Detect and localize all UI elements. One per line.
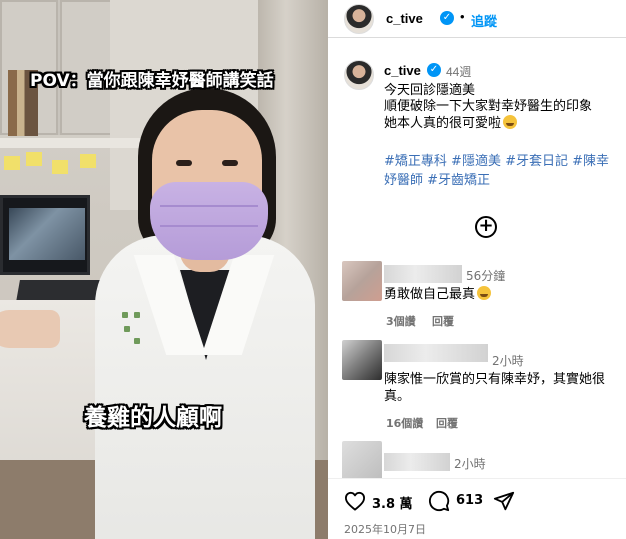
comment-time: 56分鐘: [466, 269, 506, 283]
follow-button[interactable]: 追蹤: [471, 11, 497, 30]
hashtag-link[interactable]: #隱適美: [451, 154, 501, 169]
rolling-laughing-emoji-icon: [477, 286, 492, 300]
comment-avatar[interactable]: [342, 340, 382, 380]
post-date: 2025年10月7日: [344, 523, 426, 536]
reply-button[interactable]: 回覆: [432, 313, 454, 329]
comment-time: 2小時: [492, 354, 524, 368]
username-link[interactable]: c_tive: [386, 11, 423, 26]
sticky-notes: [0, 150, 150, 190]
comment-likes[interactable]: 3個讚: [386, 313, 416, 329]
face-mask: [150, 182, 268, 260]
comment-avatar[interactable]: [342, 261, 382, 301]
verified-badge-icon: ✓: [440, 11, 454, 25]
post-header: c_tive ✓ • 追蹤: [328, 0, 626, 38]
hashtag-list: #矯正專科 #隱適美 #牙套日記 #陳幸妤醫師 #牙齒矯正: [384, 152, 622, 190]
heart-icon[interactable]: [344, 491, 366, 511]
likes-count[interactable]: 3.8 萬: [372, 493, 413, 512]
post-caption: 今天回診隱適美 順便破除一下大家對幸妤醫生的印象 她本人真的很可愛啦: [384, 83, 624, 132]
comment-username-blurred[interactable]: [384, 453, 450, 471]
caption-username-link[interactable]: c_tive: [384, 63, 421, 78]
separator-dot: •: [460, 9, 465, 24]
hashtag-link[interactable]: #牙套日記: [505, 154, 568, 169]
comment-username-blurred[interactable]: [384, 344, 488, 362]
verified-badge-icon: ✓: [427, 63, 441, 77]
post-time-ago[interactable]: 44週: [446, 63, 471, 80]
hashtag-link[interactable]: #矯正專科: [384, 154, 447, 169]
comment-time: 2小時: [454, 457, 486, 471]
comments-count[interactable]: 613: [456, 493, 483, 508]
reply-button[interactable]: 回覆: [436, 415, 458, 431]
caption-line-with-emoji: 她本人真的很可愛啦: [384, 115, 624, 132]
comment-icon[interactable]: [428, 490, 450, 512]
video-caption-top: POV：當你跟陳幸妤醫師講笑話: [30, 71, 274, 91]
post-panel: c_tive ✓ • 追蹤 c_tive ✓ 44週 今天回診隱適美 順便破除一…: [328, 0, 626, 539]
hashtag-link[interactable]: #牙齒矯正: [427, 173, 490, 188]
coat-embroidery: [120, 308, 150, 352]
video-caption-middle: 養雞的人顧啊: [84, 405, 222, 431]
comment-text: 勇敢做自己最真: [384, 286, 492, 303]
caption-line: 順便破除一下大家對幸妤醫生的印象: [384, 99, 593, 114]
hand: [0, 310, 60, 348]
share-icon[interactable]: [493, 490, 515, 512]
post-photo: POV：當你跟陳幸妤醫師講笑話 養雞的人顧啊: [0, 0, 328, 539]
load-more-comments-plus-circle-icon[interactable]: +: [475, 216, 497, 238]
avatar[interactable]: [344, 4, 374, 34]
caption-line: 今天回診隱適美: [384, 83, 476, 98]
rolling-laughing-emoji-icon: [503, 115, 518, 129]
comment-likes[interactable]: 16個讚: [386, 415, 423, 431]
comment-username-blurred[interactable]: [384, 265, 462, 283]
xray-monitor: [0, 195, 90, 275]
comment-text: 陳家惟一欣賞的只有陳幸妤，其實她很真。: [384, 372, 606, 404]
comment-avatar[interactable]: [342, 441, 382, 481]
caption-avatar[interactable]: [344, 60, 374, 90]
action-bar: 3.8 萬 613 2025年10月7日: [328, 478, 626, 539]
